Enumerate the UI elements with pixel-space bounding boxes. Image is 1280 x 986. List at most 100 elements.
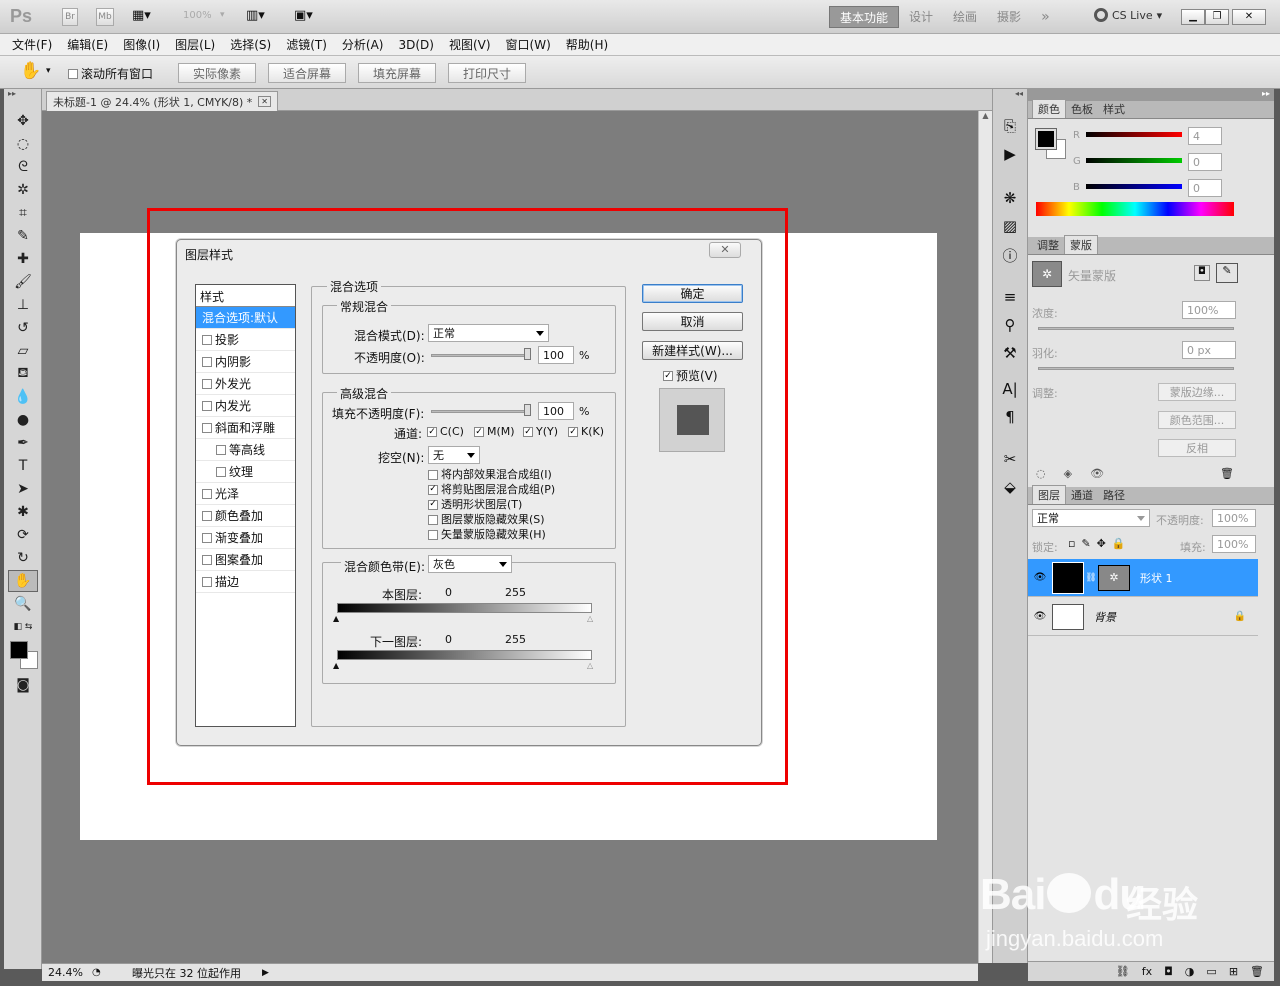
new-group-icon[interactable]: ▭ [1206, 965, 1216, 978]
actual-pixels-button[interactable]: 实际像素 [178, 63, 257, 83]
path-selection-tool-icon[interactable]: ➤ [8, 478, 38, 500]
tools-icon[interactable]: ✂ [1004, 450, 1017, 468]
magic-wand-tool-icon[interactable]: ✲ [8, 179, 38, 201]
view-extras-icon[interactable]: ▦▾ [132, 8, 151, 23]
lasso-tool-icon[interactable]: ᘓ [8, 156, 38, 178]
bridge-icon[interactable]: Br [62, 8, 78, 26]
info-icon[interactable]: ⓘ [1002, 245, 1017, 266]
quick-mask-icon[interactable]: ◙ [8, 674, 38, 696]
workspace-design[interactable]: 设计 [899, 6, 943, 28]
more-workspaces-icon[interactable]: » [1031, 6, 1060, 28]
load-selection-icon[interactable]: ◌ [1036, 467, 1046, 480]
pen-tool-icon[interactable]: ✒ [8, 432, 38, 454]
actions-icon[interactable]: ▶ [1004, 145, 1016, 163]
minibridge-icon[interactable]: Mb [96, 8, 114, 26]
g-value[interactable]: 0 [1188, 153, 1222, 171]
paint-bucket-tool-icon[interactable]: ⛾ [8, 363, 38, 385]
add-mask-icon[interactable]: ◘ [1164, 965, 1173, 978]
density-slider[interactable] [1038, 327, 1234, 330]
tab-adjustments[interactable]: 调整 [1032, 236, 1064, 254]
print-size-button[interactable]: 打印尺寸 [448, 63, 527, 83]
menu-help[interactable]: 帮助(H) [566, 36, 608, 53]
menu-view[interactable]: 视图(V) [449, 36, 491, 53]
fill-screen-button[interactable]: 填充屏幕 [358, 63, 437, 83]
tab-layers[interactable]: 图层 [1032, 485, 1066, 504]
eyedropper-tool-icon[interactable]: ✎ [8, 225, 38, 247]
menu-select[interactable]: 选择(S) [230, 36, 271, 53]
scroll-up-icon[interactable]: ▲ [979, 111, 992, 120]
tool-preset-chevron-icon[interactable]: ▾ [46, 66, 51, 76]
workspace-photography[interactable]: 摄影 [987, 6, 1031, 28]
color-ramp[interactable] [1036, 202, 1234, 216]
crop-tool-icon[interactable]: ⌗ [8, 202, 38, 224]
layer-opacity-value[interactable]: 100% [1212, 509, 1256, 527]
tab-styles[interactable]: 样式 [1098, 100, 1130, 118]
workspace-essentials[interactable]: 基本功能 [829, 6, 900, 28]
g-slider[interactable] [1086, 158, 1182, 163]
vertical-scrollbar[interactable]: ▲ [978, 111, 992, 963]
tab-paths[interactable]: 路径 [1098, 486, 1130, 504]
layer-row-background[interactable]: 👁 背景 🔒 [1028, 598, 1258, 636]
brush-presets-icon[interactable]: ≡ [1004, 288, 1017, 306]
add-pixel-mask-icon[interactable]: ◘ [1194, 265, 1210, 281]
minimize-button[interactable]: ▁ [1181, 9, 1205, 25]
apply-mask-icon[interactable]: ◈ [1064, 467, 1072, 480]
r-value[interactable]: 4 [1188, 127, 1222, 145]
layer-row-shape[interactable]: 👁 ⛓ ✲ 形状 1 [1028, 559, 1258, 597]
status-menu-icon[interactable]: ▶ [262, 968, 269, 978]
zoom-tool-icon[interactable]: 🔍 [8, 593, 38, 615]
menu-layer[interactable]: 图层(L) [175, 36, 215, 53]
toolbox-collapse-icon[interactable]: ▸▸ [4, 89, 41, 109]
scroll-all-windows-checkbox[interactable]: 滚动所有窗口 [68, 65, 153, 82]
clone-stamp-tool-icon[interactable]: ⊥ [8, 294, 38, 316]
workspace-painting[interactable]: 绘画 [943, 6, 987, 28]
status-zoom[interactable]: 24.4% [42, 966, 92, 979]
tab-masks[interactable]: 蒙版 [1064, 235, 1098, 254]
3d-orbit-tool-icon[interactable]: ↻ [8, 547, 38, 569]
fg-color-chip[interactable] [1035, 128, 1057, 150]
clone-source-icon[interactable]: ⚲ [1005, 316, 1016, 334]
cs-live-menu[interactable]: CS Live ▾ [1094, 8, 1162, 22]
lock-icons[interactable]: ▫✎✥🔒 [1068, 537, 1132, 550]
3d-icon[interactable]: ❋ [1004, 189, 1017, 207]
menu-file[interactable]: 文件(F) [12, 36, 52, 53]
notes-icon[interactable]: ⬙ [1004, 478, 1016, 496]
layer-blend-mode[interactable]: 正常 [1032, 509, 1150, 527]
foreground-color-swatch[interactable] [10, 641, 28, 659]
type-tool-icon[interactable]: T [8, 455, 38, 477]
tab-channels[interactable]: 通道 [1066, 486, 1098, 504]
dodge-tool-icon[interactable]: ● [8, 409, 38, 431]
new-layer-icon[interactable]: ⊞ [1229, 965, 1238, 978]
close-tab-icon[interactable]: ✕ [258, 96, 271, 107]
tab-color[interactable]: 颜色 [1032, 99, 1066, 118]
fx-icon[interactable]: fx [1142, 965, 1152, 978]
adjustment-layer-icon[interactable]: ◑ [1185, 965, 1195, 978]
history-brush-tool-icon[interactable]: ↺ [8, 317, 38, 339]
b-slider[interactable] [1086, 184, 1182, 189]
move-tool-icon[interactable]: ✥ [8, 110, 38, 132]
image-icon[interactable]: ▨ [1003, 217, 1017, 235]
color-swatches[interactable] [4, 639, 41, 673]
swap-colors-icon[interactable]: ◧ ⇆ [8, 616, 38, 638]
hand-tool-icon[interactable]: ✋ [20, 61, 41, 81]
menu-window[interactable]: 窗口(W) [506, 36, 551, 53]
visibility-eye-icon[interactable]: 👁 [1028, 572, 1052, 583]
menu-3d[interactable]: 3D(D) [398, 38, 433, 52]
hand-tool-icon[interactable]: ✋ [8, 570, 38, 592]
link-layers-icon[interactable]: ⛓ [1116, 965, 1130, 978]
menu-analysis[interactable]: 分析(A) [342, 36, 384, 53]
enable-mask-icon[interactable]: 👁 [1090, 467, 1104, 480]
screen-mode-icon[interactable]: ▣▾ [294, 8, 313, 23]
character-icon[interactable]: A| [1002, 380, 1017, 398]
delete-layer-icon[interactable]: 🗑 [1250, 965, 1264, 978]
delete-mask-icon[interactable]: 🗑 [1220, 467, 1234, 480]
close-button[interactable]: ✕ [1232, 9, 1266, 25]
paragraph-icon[interactable]: ¶ [1005, 408, 1015, 426]
menu-filter[interactable]: 滤镜(T) [286, 36, 327, 53]
arrange-documents-icon[interactable]: ▥▾ [246, 8, 265, 23]
eraser-tool-icon[interactable]: ▱ [8, 340, 38, 362]
menu-edit[interactable]: 编辑(E) [67, 36, 108, 53]
r-slider[interactable] [1086, 132, 1182, 137]
tool-presets-icon[interactable]: ⚒ [1003, 344, 1016, 362]
mask-edge-button[interactable]: 蒙版边缘... [1158, 383, 1236, 401]
